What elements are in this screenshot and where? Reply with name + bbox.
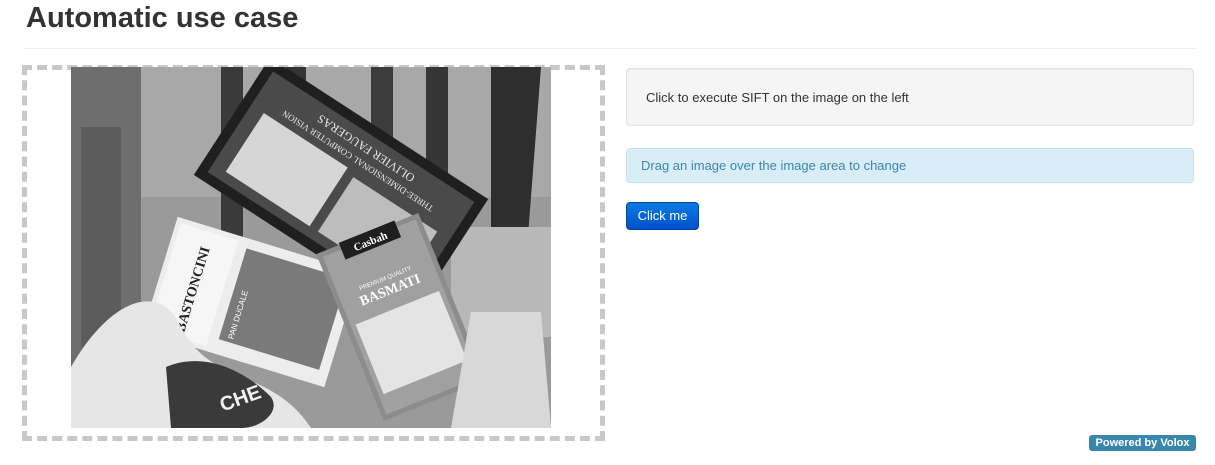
execute-sift-text: Click to execute SIFT on the image on th…	[646, 90, 909, 105]
drag-hint-alert: Drag an image over the image area to cha…	[626, 148, 1194, 183]
title-divider	[25, 48, 1196, 49]
page-title: Automatic use case	[26, 2, 299, 34]
powered-by-badge[interactable]: Powered by Volox	[1089, 435, 1196, 451]
input-photo: OLIVIER FAUGERAS THREE-DIMENSIONAL COMPU…	[71, 67, 551, 428]
execute-sift-panel[interactable]: Click to execute SIFT on the image on th…	[626, 68, 1194, 126]
click-me-button[interactable]: Click me	[626, 202, 699, 230]
drag-hint-text: Drag an image over the image area to cha…	[641, 158, 907, 173]
